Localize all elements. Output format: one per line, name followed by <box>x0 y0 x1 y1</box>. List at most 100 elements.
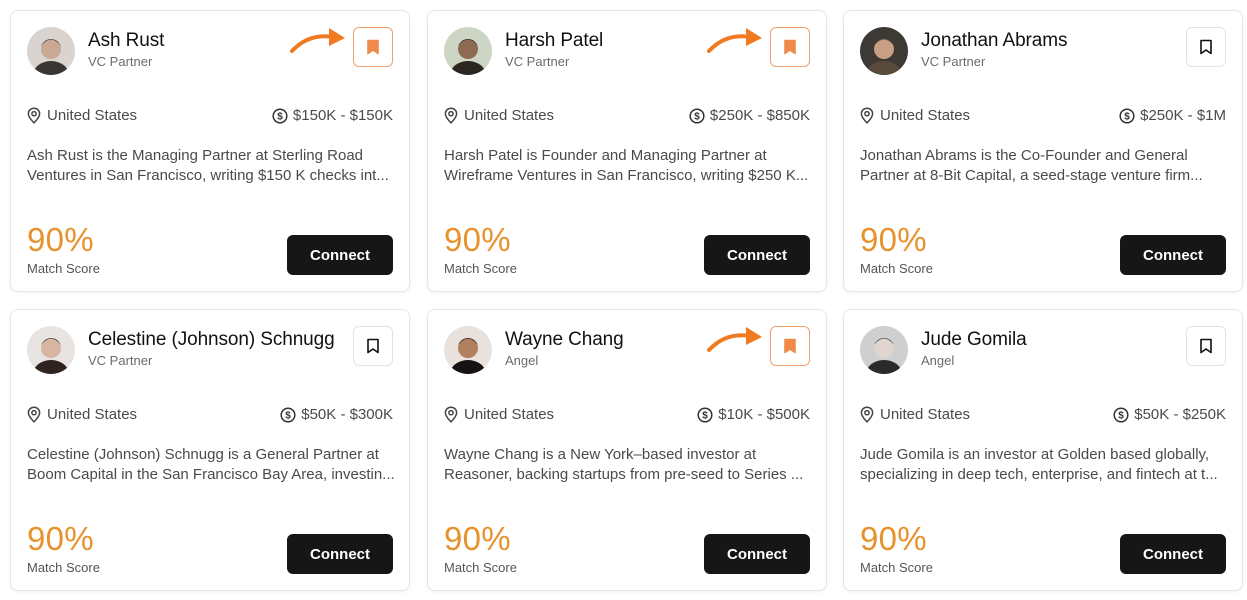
avatar <box>860 27 908 75</box>
connect-button[interactable]: Connect <box>704 235 810 275</box>
location-text: United States <box>464 406 555 423</box>
bookmark-button[interactable] <box>1186 27 1226 67</box>
investor-card: Celestine (Johnson) Schnugg VC Partner U… <box>10 309 410 591</box>
investor-card: Jonathan Abrams VC Partner United States… <box>843 10 1243 292</box>
description-line: Wayne Chang is a New York–based investor… <box>444 446 757 463</box>
investor-role: Angel <box>505 353 539 368</box>
match-score-value: 90% <box>860 221 927 258</box>
bookmark-button[interactable] <box>770 27 810 67</box>
dollar-circle-icon: $ <box>1113 406 1129 423</box>
check-size: $ $50K - $300K <box>280 406 393 423</box>
connect-button[interactable]: Connect <box>704 534 810 574</box>
description-line: Harsh Patel is Founder and Managing Part… <box>444 147 767 164</box>
avatar <box>860 326 908 374</box>
description-line: Ventures in San Francisco, writing $150 … <box>27 167 389 184</box>
svg-text:$: $ <box>702 410 708 421</box>
investor-role: Angel <box>921 353 955 368</box>
description-line: Celestine (Johnson) Schnugg is a General… <box>27 446 379 463</box>
match-score-value: 90% <box>444 520 511 557</box>
svg-text:$: $ <box>285 410 291 421</box>
match-score-value: 90% <box>860 520 927 557</box>
match-score-label: Match Score <box>27 560 100 575</box>
check-size-text: $250K - $1M <box>1140 107 1226 124</box>
connect-button[interactable]: Connect <box>1120 534 1226 574</box>
curved-arrow-icon <box>707 327 762 352</box>
map-pin-icon <box>444 406 458 423</box>
dollar-circle-icon: $ <box>1119 107 1135 124</box>
connect-button[interactable]: Connect <box>1120 235 1226 275</box>
investor-role: VC Partner <box>88 54 153 69</box>
location: United States <box>27 107 137 124</box>
investor-role: VC Partner <box>88 353 153 368</box>
investor-card: Wayne Chang Angel United States $ $10K -… <box>427 309 827 591</box>
bookmark-icon <box>367 39 379 55</box>
avatar <box>27 27 75 75</box>
location: United States <box>444 107 554 124</box>
connect-button[interactable]: Connect <box>287 235 393 275</box>
match-score-value: 90% <box>27 221 94 258</box>
description-line: Ash Rust is the Managing Partner at Ster… <box>27 147 364 164</box>
match-score-value: 90% <box>27 520 94 557</box>
investor-name: Harsh Patel <box>505 30 604 51</box>
description-line: Wireframe Ventures in San Francisco, wri… <box>444 167 809 184</box>
map-pin-icon <box>27 107 41 124</box>
investor-role: VC Partner <box>921 54 986 69</box>
investor-description: Harsh Patel is Founder and Managing Part… <box>444 146 812 186</box>
investor-description: Ash Rust is the Managing Partner at Ster… <box>27 146 395 186</box>
avatar <box>444 27 492 75</box>
match-score-label: Match Score <box>860 261 933 276</box>
map-pin-icon <box>860 406 874 423</box>
connect-button[interactable]: Connect <box>287 534 393 574</box>
bookmark-icon <box>784 338 796 354</box>
location: United States <box>860 107 970 124</box>
location: United States <box>27 406 137 423</box>
svg-text:$: $ <box>694 111 700 122</box>
dollar-circle-icon: $ <box>689 107 705 124</box>
check-size-text: $150K - $150K <box>292 107 393 124</box>
check-size: $ $150K - $150K <box>272 107 393 124</box>
bookmark-button[interactable] <box>1186 326 1226 366</box>
avatar <box>27 326 75 374</box>
check-size: $ $250K - $1M <box>1119 107 1226 124</box>
bookmark-icon <box>1200 39 1212 55</box>
curved-arrow-icon <box>290 28 345 53</box>
investor-description: Celestine (Johnson) Schnugg is a General… <box>27 445 395 485</box>
curved-arrow-icon <box>707 28 762 53</box>
investor-card: Jude Gomila Angel United States $ $50K -… <box>843 309 1243 591</box>
investor-card: Harsh Patel VC Partner United States $ $… <box>427 10 827 292</box>
description-line: Partner at 8-Bit Capital, a seed-stage v… <box>860 167 1203 184</box>
investor-description: Jude Gomila is an investor at Golden bas… <box>860 445 1228 485</box>
bookmark-icon <box>1200 338 1212 354</box>
check-size-text: $10K - $500K <box>718 406 810 423</box>
investor-card: Ash Rust VC Partner United States $ $150… <box>10 10 410 292</box>
check-size: $ $250K - $850K <box>689 107 810 124</box>
match-score-label: Match Score <box>860 560 933 575</box>
investor-name: Jude Gomila <box>921 329 1027 350</box>
description-line: Boom Capital in the San Francisco Bay Ar… <box>27 466 395 483</box>
location: United States <box>444 406 554 423</box>
match-score-value: 90% <box>444 221 511 258</box>
svg-text:$: $ <box>1124 111 1130 122</box>
description-line: Jonathan Abrams is the Co-Founder and Ge… <box>860 147 1188 164</box>
description-line: Reasoner, backing startups from pre-seed… <box>444 466 804 483</box>
bookmark-button[interactable] <box>770 326 810 366</box>
dollar-circle-icon: $ <box>280 406 296 423</box>
description-line: Jude Gomila is an investor at Golden bas… <box>860 446 1210 463</box>
description-line: specializing in deep tech, enterprise, a… <box>860 466 1218 483</box>
bookmark-button[interactable] <box>353 326 393 366</box>
svg-text:$: $ <box>277 111 283 122</box>
check-size-text: $50K - $300K <box>301 406 393 423</box>
match-score-label: Match Score <box>444 560 517 575</box>
dollar-circle-icon: $ <box>272 107 288 124</box>
check-size-text: $250K - $850K <box>709 107 810 124</box>
check-size: $ $10K - $500K <box>697 406 810 423</box>
bookmark-icon <box>367 338 379 354</box>
investor-grid: Ash Rust VC Partner United States $ $150… <box>10 10 1244 592</box>
location-text: United States <box>464 107 555 124</box>
investor-role: VC Partner <box>505 54 570 69</box>
svg-text:$: $ <box>1118 410 1124 421</box>
avatar <box>444 326 492 374</box>
location-text: United States <box>880 107 971 124</box>
location-text: United States <box>47 406 138 423</box>
bookmark-button[interactable] <box>353 27 393 67</box>
